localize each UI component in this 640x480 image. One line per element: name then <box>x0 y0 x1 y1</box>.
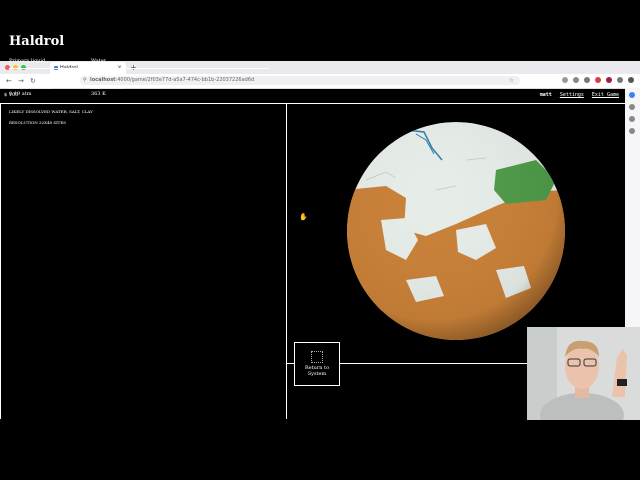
planet-globe[interactable] <box>346 120 566 342</box>
surface-pressure-value: 0.49 atm <box>9 91 32 97</box>
sidebar-toggle-icon[interactable] <box>617 77 623 83</box>
toolbar-icons <box>562 77 634 83</box>
bookmarks-icon[interactable] <box>629 128 635 134</box>
likely-dissolved: Likely dissolved water, salt, clay <box>9 109 93 114</box>
exit-game-link[interactable]: Exit Game <box>592 92 619 98</box>
surface-pressure-label: Surface Pressure <box>9 86 52 90</box>
reading-list-icon[interactable] <box>629 104 635 110</box>
history-icon[interactable] <box>584 77 590 83</box>
mean-surface: Mean Surface 363 K <box>91 86 124 97</box>
planet-name: Haldrol <box>9 34 65 49</box>
planet-properties: Surface Pressure 0.49 atm Mean Surface 3… <box>9 82 269 108</box>
surface-pressure: Surface Pressure 0.49 atm <box>9 86 52 97</box>
menu-icon[interactable] <box>628 77 634 83</box>
resolution: Resolution 32x48 sites <box>9 120 67 125</box>
liquid-description: Water-rich liquid bodies in sedimentary … <box>9 73 180 79</box>
primary-liquid-label: Primary liquid <box>9 58 46 64</box>
mouse-cursor-icon: ✋ <box>299 213 308 221</box>
primary-liquid-row: Primary liquid Water <box>9 58 269 69</box>
bookmark-star-icon[interactable]: ☆ <box>509 76 514 85</box>
return-to-system-label: Return to System <box>304 365 330 377</box>
shield-icon[interactable] <box>595 77 601 83</box>
system-icon <box>311 351 323 363</box>
assistant-icon[interactable] <box>629 92 635 98</box>
left-border <box>0 103 1 419</box>
watch <box>617 379 627 386</box>
top-nav-links: matt Settings Exit Game <box>540 92 619 98</box>
username: matt <box>539 92 552 98</box>
planet-info-panel: Haldrol Primary liquid Water Water-rich … <box>9 34 269 125</box>
primary-liquid-value: Water <box>91 58 107 64</box>
planet-surface <box>347 122 565 340</box>
mean-surface-label: Mean Surface <box>91 86 125 90</box>
mean-surface-value: 363 K <box>91 91 106 97</box>
clock-icon[interactable] <box>629 116 635 122</box>
vertical-divider <box>286 103 287 419</box>
account-icon[interactable] <box>573 77 579 83</box>
downloads-icon[interactable] <box>562 77 568 83</box>
extension-icon[interactable] <box>606 77 612 83</box>
settings-link[interactable]: Settings <box>560 92 584 98</box>
webcam-overlay <box>527 327 640 420</box>
return-to-system-button[interactable]: Return to System <box>294 342 340 386</box>
